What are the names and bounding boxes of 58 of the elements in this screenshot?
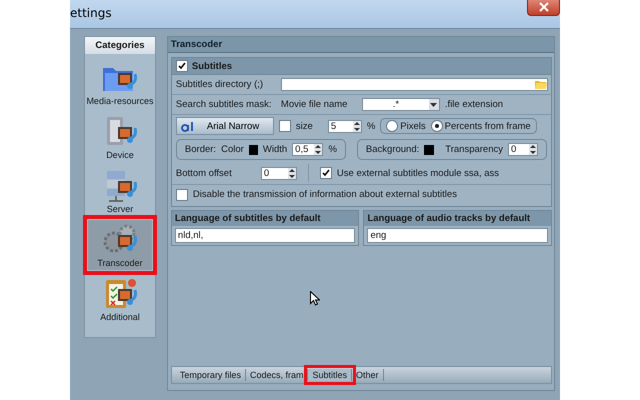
category-item[interactable]: Media-resources <box>88 58 152 108</box>
checkmark-icon <box>322 169 330 177</box>
close-button[interactable] <box>527 0 560 16</box>
category-item[interactable]: Additional <box>88 274 152 324</box>
width-spinner[interactable]: 0,5 <box>292 143 324 156</box>
disable-transmission-label: Disable the transmission of information about external subtitles <box>192 189 457 200</box>
language-heading: Language of subtitles by default <box>172 211 358 226</box>
spinner-arrows-icon[interactable] <box>288 168 296 178</box>
bottom-offset-spinner[interactable]: 0 <box>260 166 297 180</box>
subtitles-label: Subtitles <box>192 60 232 72</box>
transparency-label: Transparency <box>445 144 503 155</box>
caret-icon <box>430 102 438 106</box>
tab[interactable]: Other <box>352 369 384 381</box>
window-title: ettings <box>70 6 112 20</box>
language-field[interactable]: eng <box>367 228 548 243</box>
mask-prefix-label: Movie file name <box>280 99 348 110</box>
mask-dropdown[interactable]: .* <box>362 98 440 111</box>
checkmark-icon <box>178 62 186 70</box>
category-item[interactable]: Device <box>88 112 152 162</box>
size-spinner[interactable]: 5 <box>328 120 362 132</box>
unit-label: Pixels <box>400 120 426 132</box>
mask-suffix-label: .file extension <box>444 99 504 110</box>
directory-field[interactable] <box>280 78 548 91</box>
spinner-arrows-icon[interactable] <box>314 144 322 155</box>
subtitles-checkbox[interactable] <box>176 60 188 72</box>
width-unit-label: % <box>328 144 337 155</box>
external-module-label: Use external subtitles module ssa, ass <box>336 168 500 178</box>
disable-transmission-checkbox[interactable] <box>176 188 188 200</box>
sidebar-heading: Categories <box>85 37 155 54</box>
close-icon <box>538 2 550 12</box>
radio-button[interactable] <box>386 120 398 132</box>
spinner-arrows-icon[interactable] <box>352 120 361 132</box>
language-field[interactable]: nld,nl, <box>174 228 356 243</box>
size-checkbox[interactable] <box>278 120 291 132</box>
background-label: Background: <box>366 144 420 155</box>
spinner-arrows-icon[interactable] <box>529 144 537 155</box>
category-item[interactable]: Server <box>88 166 152 216</box>
size-label: size <box>296 120 313 132</box>
unit-label: Percents from frame <box>444 120 531 132</box>
size-unit-label: % <box>366 120 376 132</box>
language-heading: Language of audio tracks by default <box>364 211 552 226</box>
bottom-offset-label: Bottom offset <box>176 168 233 178</box>
font-icon <box>180 120 195 132</box>
mouse-pointer-icon <box>310 291 320 306</box>
category-item[interactable]: Transcoder <box>88 220 152 270</box>
border-label: Border: <box>184 144 216 155</box>
transparency-spinner[interactable]: 0 <box>508 143 538 156</box>
panel-title: Transcoder <box>168 37 554 53</box>
color-swatch[interactable] <box>424 144 434 154</box>
mask-label: Search subtitles mask: <box>176 99 272 110</box>
border-color-label: Color <box>221 144 244 155</box>
color-swatch[interactable] <box>248 144 258 154</box>
external-module-checkbox[interactable] <box>320 167 332 179</box>
font-button[interactable]: Arial Narrow <box>176 117 274 135</box>
border-width-label: Width <box>262 144 288 155</box>
directory-label: Subtitles directory (;) <box>176 79 264 90</box>
tab[interactable]: Temporary files <box>176 369 246 381</box>
radio-button[interactable] <box>430 120 443 132</box>
